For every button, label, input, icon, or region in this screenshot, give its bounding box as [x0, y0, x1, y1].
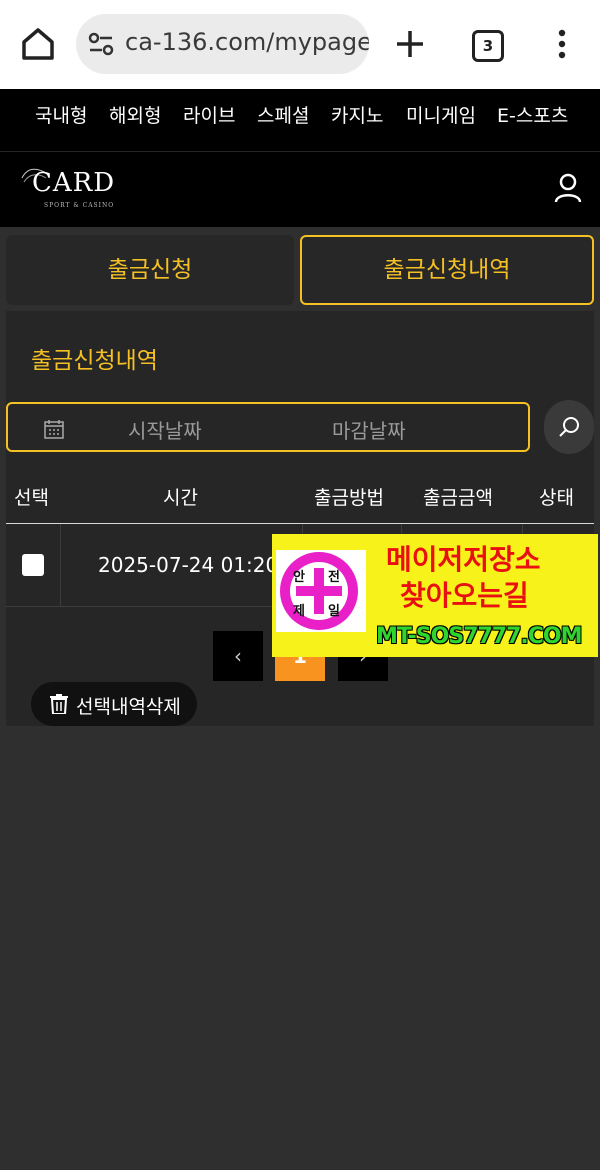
- search-button[interactable]: [544, 400, 594, 454]
- nav-item-casino[interactable]: 카지노: [331, 101, 383, 128]
- date-range-filter[interactable]: 시작날짜 마감날짜: [6, 402, 530, 452]
- start-date-input[interactable]: 시작날짜: [128, 415, 202, 444]
- calendar-icon: [44, 419, 64, 439]
- header-select: 선택: [14, 487, 49, 509]
- badge-char: 안: [293, 570, 305, 585]
- nav-item-live[interactable]: 라이브: [183, 101, 235, 128]
- nav-item-esports[interactable]: E-스포츠: [497, 101, 568, 128]
- new-tab-icon[interactable]: [394, 28, 426, 60]
- nav-item-domestic[interactable]: 국내형: [35, 101, 87, 128]
- home-icon[interactable]: [18, 24, 58, 64]
- header-method: 출금방법: [314, 487, 384, 509]
- badge-circle: 안 전 제 일: [280, 552, 358, 630]
- nav-item-overseas[interactable]: 해외형: [109, 101, 161, 128]
- tab-withdraw-request[interactable]: 출금신청: [6, 235, 294, 305]
- tab-switcher-button[interactable]: 3: [472, 30, 504, 62]
- cross-bar: [296, 586, 342, 596]
- withdraw-history-panel: 출금신청내역 시작날짜 마감날짜 선택 시간 출금방법 출금금액 상태 2025…: [6, 311, 594, 726]
- badge-char: 제: [293, 604, 305, 619]
- cell-time: 2025-07-24 01:20: [98, 553, 279, 577]
- top-nav: 국내형 해외형 라이브 스페셜 카지노 미니게임 E-스포츠: [0, 89, 600, 152]
- badge-inner: 안 전 제 일: [290, 562, 348, 620]
- delete-selected-button[interactable]: 선택내역삭제: [31, 682, 197, 726]
- ad-subheadline: 찾아오는길: [400, 579, 529, 612]
- trash-icon: [50, 694, 68, 714]
- nav-item-minigame[interactable]: 미니게임: [406, 101, 476, 128]
- delete-button-label: 선택내역삭제: [76, 696, 181, 718]
- panel-title: 출금신청내역: [31, 348, 158, 374]
- cell-divider: [60, 524, 61, 606]
- logo-text: CARD: [32, 168, 116, 198]
- header-status: 상태: [539, 487, 574, 509]
- nav-item-special[interactable]: 스페셜: [257, 101, 309, 128]
- url-text: ca-136.com/mypage/: [125, 28, 369, 56]
- header-amount: 출금금액: [423, 487, 493, 509]
- more-options-icon[interactable]: [551, 28, 573, 60]
- ad-headline: 메이저저장소: [386, 543, 541, 576]
- badge-char: 일: [328, 604, 340, 619]
- row-checkbox[interactable]: [22, 554, 44, 576]
- site-header: CARD SPORT & CASINO: [0, 152, 600, 227]
- logo-subtext: SPORT & CASINO: [44, 202, 115, 209]
- ad-url: MT-SOS7777.COM: [376, 624, 583, 649]
- logo[interactable]: CARD SPORT & CASINO: [20, 164, 114, 214]
- header-time: 시간: [163, 487, 198, 509]
- tab-withdraw-history[interactable]: 출금신청내역: [300, 235, 594, 305]
- badge-char: 전: [328, 570, 340, 585]
- user-icon[interactable]: [553, 173, 583, 203]
- search-icon: [559, 417, 579, 437]
- safety-badge-icon: 안 전 제 일: [276, 550, 366, 632]
- end-date-input[interactable]: 마감날짜: [332, 415, 406, 444]
- prev-page-button[interactable]: ‹: [213, 631, 263, 681]
- site-settings-icon[interactable]: [88, 32, 114, 56]
- browser-toolbar: ca-136.com/mypage/ 3: [0, 0, 600, 89]
- ad-banner[interactable]: 안 전 제 일 메이저저장소 찾아오는길 MT-SOS7777.COM: [272, 534, 598, 657]
- address-bar[interactable]: ca-136.com/mypage/: [76, 14, 369, 74]
